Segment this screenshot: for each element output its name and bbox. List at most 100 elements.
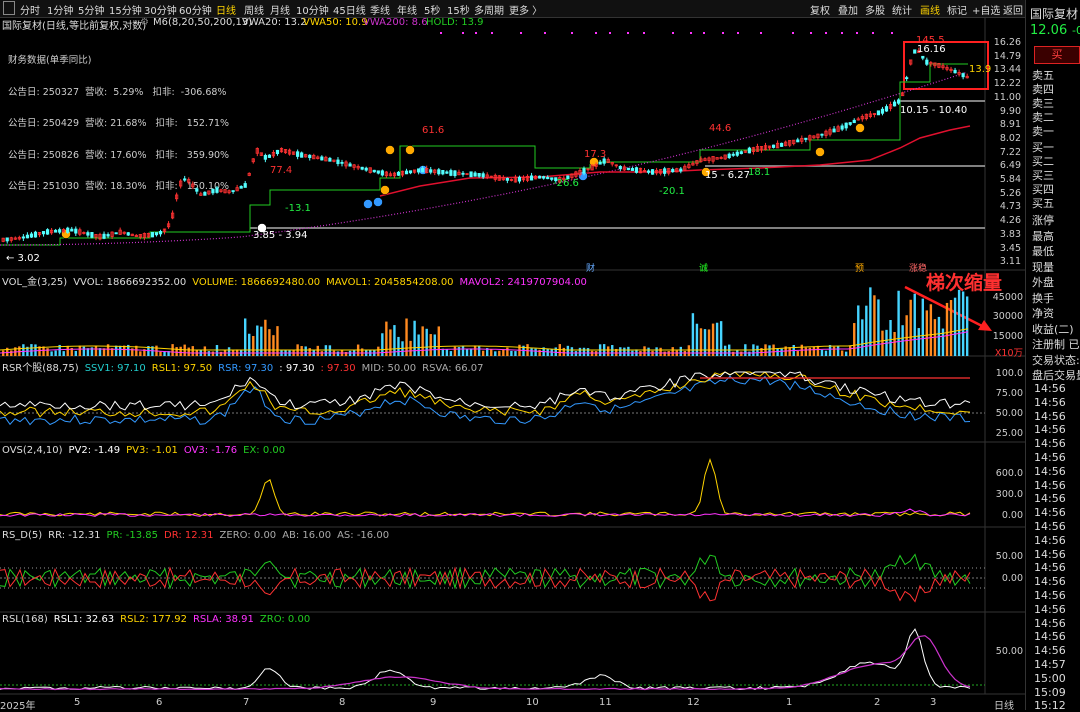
candle: [45, 229, 50, 235]
volume-bar: [667, 351, 670, 356]
price-axis-label: 14.79: [993, 50, 1021, 62]
volume-bar: [949, 300, 953, 356]
volume-bar: [498, 350, 501, 356]
candle: [517, 176, 522, 182]
volume-bar: [449, 351, 453, 356]
price-change: -0: [1072, 24, 1080, 37]
volume-bar: [191, 346, 194, 356]
candle: [739, 151, 743, 155]
tick-time: 14:56: [1034, 478, 1066, 492]
candle: [727, 153, 731, 159]
candle: [158, 231, 163, 235]
rsr-v5: : 97.30: [320, 363, 356, 374]
quote-row-label: 交易状态:: [1032, 353, 1080, 367]
range-label: 3.85 - 3.94: [253, 230, 308, 241]
price-axis-label: 11.00: [993, 91, 1021, 103]
volume-bar: [586, 348, 590, 356]
tick-time: 14:57: [1034, 658, 1066, 671]
rsr-axis-label: 75.00: [995, 388, 1023, 399]
volume-bar: [445, 349, 449, 356]
quote-panel: 国际复材 12.06 -0 买 卖五卖四卖三卖二卖一买一买二买三买四买五涨停最高…: [1025, 0, 1080, 710]
peak-label: 44.6: [709, 123, 732, 134]
volume-bar: [437, 326, 440, 356]
candle: [663, 168, 667, 174]
volume-bar: [324, 345, 328, 356]
tick-time: 14:56: [1034, 533, 1066, 547]
tick-time: 14:56: [1034, 630, 1066, 644]
quote-row-label: 最高: [1032, 229, 1054, 243]
vol-panel-legend: VOL_金(3,25) VVOL: 1866692352.00 VOLUME: 18…: [2, 273, 593, 288]
event-marker[interactable]: 涨稳: [909, 261, 927, 274]
candle: [961, 73, 965, 78]
chart-canvas[interactable]: [0, 0, 1025, 710]
volume-bar: [780, 348, 783, 356]
candle: [267, 154, 272, 158]
candle: [634, 167, 639, 173]
volume-bar: [889, 320, 892, 356]
buy-button[interactable]: 买: [1034, 46, 1080, 64]
volume-bar: [490, 349, 493, 356]
volume-bar: [957, 289, 961, 356]
candle: [102, 233, 106, 239]
price-axis-label: 3.11: [999, 256, 1021, 268]
volume-bar: [114, 345, 118, 356]
event-marker[interactable]: 诚: [699, 261, 708, 274]
price-axis-label: 16.26: [993, 37, 1021, 48]
price-axis-label: 7.22: [999, 146, 1021, 158]
volume-bar: [554, 347, 557, 356]
volume-bar: [715, 322, 719, 356]
candle: [404, 170, 409, 175]
volume-bar: [671, 347, 674, 356]
ab-value: AB: 16.00: [282, 530, 332, 541]
tick-time: 14:56: [1034, 602, 1066, 616]
volume-bar: [538, 349, 541, 356]
volume-bar: [207, 351, 211, 356]
signal-dot: [856, 32, 858, 34]
volume-bar: [877, 299, 880, 356]
volume-bar: [578, 347, 582, 356]
candle: [921, 55, 925, 59]
candle: [832, 128, 836, 133]
candle: [372, 169, 376, 173]
rsva-value: RSVA: 66.07: [422, 363, 484, 374]
pv3-value: PV3: -1.01: [126, 445, 178, 456]
volume-bar: [840, 350, 844, 356]
volume-bar: [768, 345, 771, 356]
last-price: 12.06: [1030, 23, 1068, 38]
vol-axis-label: 30000: [992, 311, 1023, 322]
tick-time: 14:56: [1034, 506, 1066, 520]
vvol-value: VVOL: 1866692352.00: [73, 277, 187, 288]
candle: [876, 110, 881, 116]
volume-bar: [433, 334, 436, 356]
price-axis-label: 5.26: [999, 187, 1021, 199]
ovs-axis-label: 600.0: [995, 468, 1023, 479]
candle: [884, 106, 889, 112]
volume-bar: [917, 328, 920, 356]
candle: [897, 99, 901, 104]
volume-bar: [409, 340, 412, 356]
tick-time: 14:56: [1034, 451, 1066, 464]
volume-bar: [832, 346, 836, 356]
candle: [626, 167, 630, 171]
candle: [203, 191, 207, 196]
volume-bar: [679, 346, 682, 356]
rsl-axis-label: 50.00: [995, 646, 1023, 657]
candle: [348, 163, 352, 167]
candle: [126, 232, 130, 236]
candle: [820, 133, 824, 136]
high-label: 16.16: [917, 44, 946, 55]
candle: [239, 186, 243, 189]
volume-bar: [929, 304, 933, 356]
candle: [844, 122, 848, 129]
tick-time: 14:56: [1034, 589, 1066, 602]
event-marker[interactable]: 预: [855, 261, 864, 274]
volume-bar: [582, 347, 586, 356]
volume-value: VOLUME: 1866692480.00: [192, 277, 321, 288]
candle: [582, 168, 586, 174]
volume-bar: [836, 345, 840, 356]
candle: [154, 232, 159, 236]
candle: [70, 228, 74, 232]
rsr-v4: : 97.30: [279, 363, 315, 374]
volume-bar: [385, 321, 388, 356]
volume-bar: [34, 344, 37, 356]
